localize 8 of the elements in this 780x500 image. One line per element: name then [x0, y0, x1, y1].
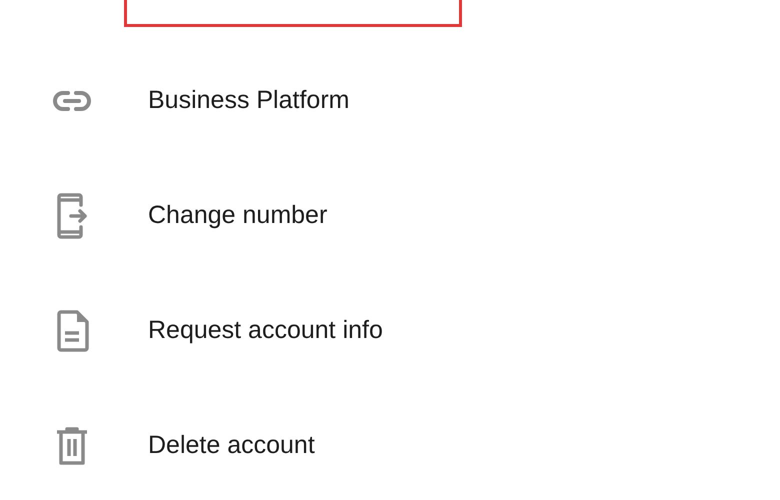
- trash-icon: [55, 426, 89, 466]
- link-icon: [52, 90, 92, 112]
- setting-item[interactable]: Business Platform: [148, 86, 350, 115]
- phone-exit-icon: [55, 192, 89, 238]
- setting-item[interactable]: Change number: [148, 201, 328, 230]
- setting-item[interactable]: Delete account: [148, 431, 315, 460]
- document-icon: [55, 310, 89, 352]
- setting-item[interactable]: Request account info: [148, 316, 383, 345]
